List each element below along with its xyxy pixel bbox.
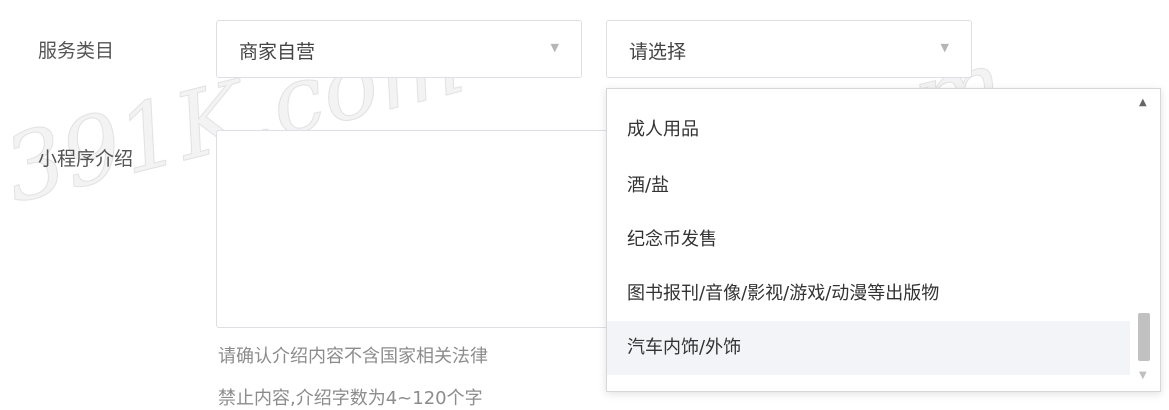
intro-hint-line2: 禁止内容,介绍字数为4~120个字 bbox=[218, 388, 483, 409]
chevron-down-icon: ▼ bbox=[550, 41, 559, 54]
category-dropdown-list[interactable]: 成人用品 酒/盐 纪念币发售 图书报刊/音像/影视/游戏/动漫等出版物 汽车内饰… bbox=[606, 88, 1161, 392]
intro-hint-line1: 请确认介绍内容不含国家相关法律 bbox=[218, 346, 488, 367]
dropdown-option[interactable]: 纪念币发售 bbox=[607, 213, 1131, 267]
dropdown-option-hovered[interactable]: 汽车内饰/外饰 bbox=[607, 321, 1131, 375]
chevron-down-icon: ▼ bbox=[940, 41, 949, 54]
scrollbar-thumb[interactable] bbox=[1138, 313, 1150, 361]
scroll-up-icon[interactable]: ▲ bbox=[1139, 97, 1147, 108]
intro-textarea[interactable] bbox=[216, 130, 612, 328]
primary-select-value: 商家自营 bbox=[239, 41, 316, 63]
intro-label: 小程序介绍 bbox=[38, 148, 134, 170]
dropdown-option[interactable]: 图书报刊/音像/影视/游戏/动漫等出版物 bbox=[607, 267, 1131, 321]
dropdown-option[interactable]: 成人用品 bbox=[607, 103, 1131, 157]
dropdown-option[interactable]: 酒/盐 bbox=[607, 159, 1131, 213]
scroll-down-icon[interactable]: ▼ bbox=[1139, 370, 1147, 381]
service-category-primary-select[interactable]: 商家自营 ▼ bbox=[216, 20, 582, 78]
service-category-label: 服务类目 bbox=[38, 40, 115, 62]
secondary-select-value: 请选择 bbox=[629, 41, 687, 63]
dropdown-scrollbar[interactable]: ▲ ▼ bbox=[1130, 89, 1160, 391]
service-category-secondary-select[interactable]: 请选择 ▼ bbox=[606, 20, 972, 78]
